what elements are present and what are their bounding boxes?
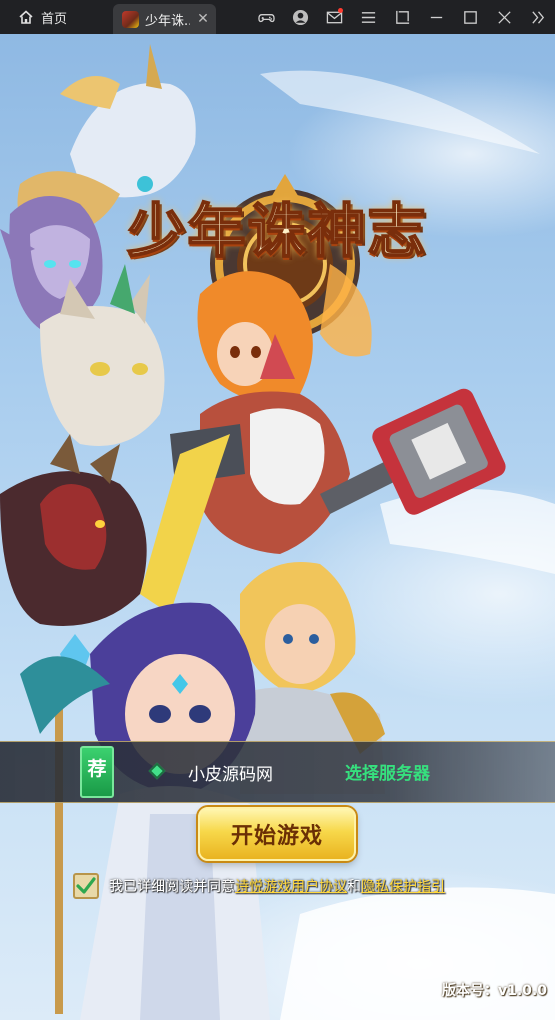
account-icon[interactable] [283, 0, 317, 34]
maximize-icon[interactable] [453, 0, 487, 34]
recommended-badge: 荐 [80, 746, 114, 798]
game-viewport[interactable]: 少年诛神志 荐 小皮源码网 选择服务器 开始游戏 我已详细阅读并同意诗悦游戏用户… [0, 34, 555, 1020]
game-logo-title: 少年诛神志 [126, 196, 428, 266]
tab-close-icon[interactable]: ✕ [196, 11, 210, 27]
privacy-guide-link[interactable]: 隐私保护指引 [361, 879, 445, 895]
checkmark-icon [76, 877, 96, 894]
gamepad-icon[interactable] [249, 0, 283, 34]
close-icon[interactable] [487, 0, 521, 34]
minimize-icon[interactable] [419, 0, 453, 34]
version-label: 版本号：v1.0.0 [442, 983, 547, 999]
window-titlebar: 首页 少年诛... ✕ [0, 0, 555, 34]
agreement-joiner: 和 [347, 879, 361, 895]
server-name: 小皮源码网 [188, 765, 273, 785]
window-controls [249, 0, 555, 34]
agreement-text: 我已详细阅读并同意诗悦游戏用户协议和隐私保护指引 [109, 876, 445, 896]
tab-game[interactable]: 少年诛... ✕ [113, 4, 216, 34]
start-game-button[interactable]: 开始游戏 [198, 807, 356, 861]
agreement-prefix: 我已详细阅读并同意 [109, 879, 235, 895]
user-agreement-link[interactable]: 诗悦游戏用户协议 [235, 879, 347, 895]
mail-icon[interactable] [317, 0, 351, 34]
collapse-icon[interactable] [521, 0, 555, 34]
screenshot-icon[interactable] [385, 0, 419, 34]
menu-icon[interactable] [351, 0, 385, 34]
notification-dot [338, 8, 343, 13]
home-icon [19, 10, 33, 24]
heroine-character [197, 264, 372, 402]
game-favicon-icon [122, 10, 139, 28]
tab-game-label: 少年诛... [145, 13, 190, 29]
select-server-button[interactable]: 选择服务器 [345, 759, 430, 784]
tab-home[interactable]: 首页 [0, 0, 81, 34]
tab-home-label: 首页 [41, 11, 68, 27]
agreement-checkbox[interactable] [73, 873, 99, 899]
dragon-character [0, 434, 147, 626]
